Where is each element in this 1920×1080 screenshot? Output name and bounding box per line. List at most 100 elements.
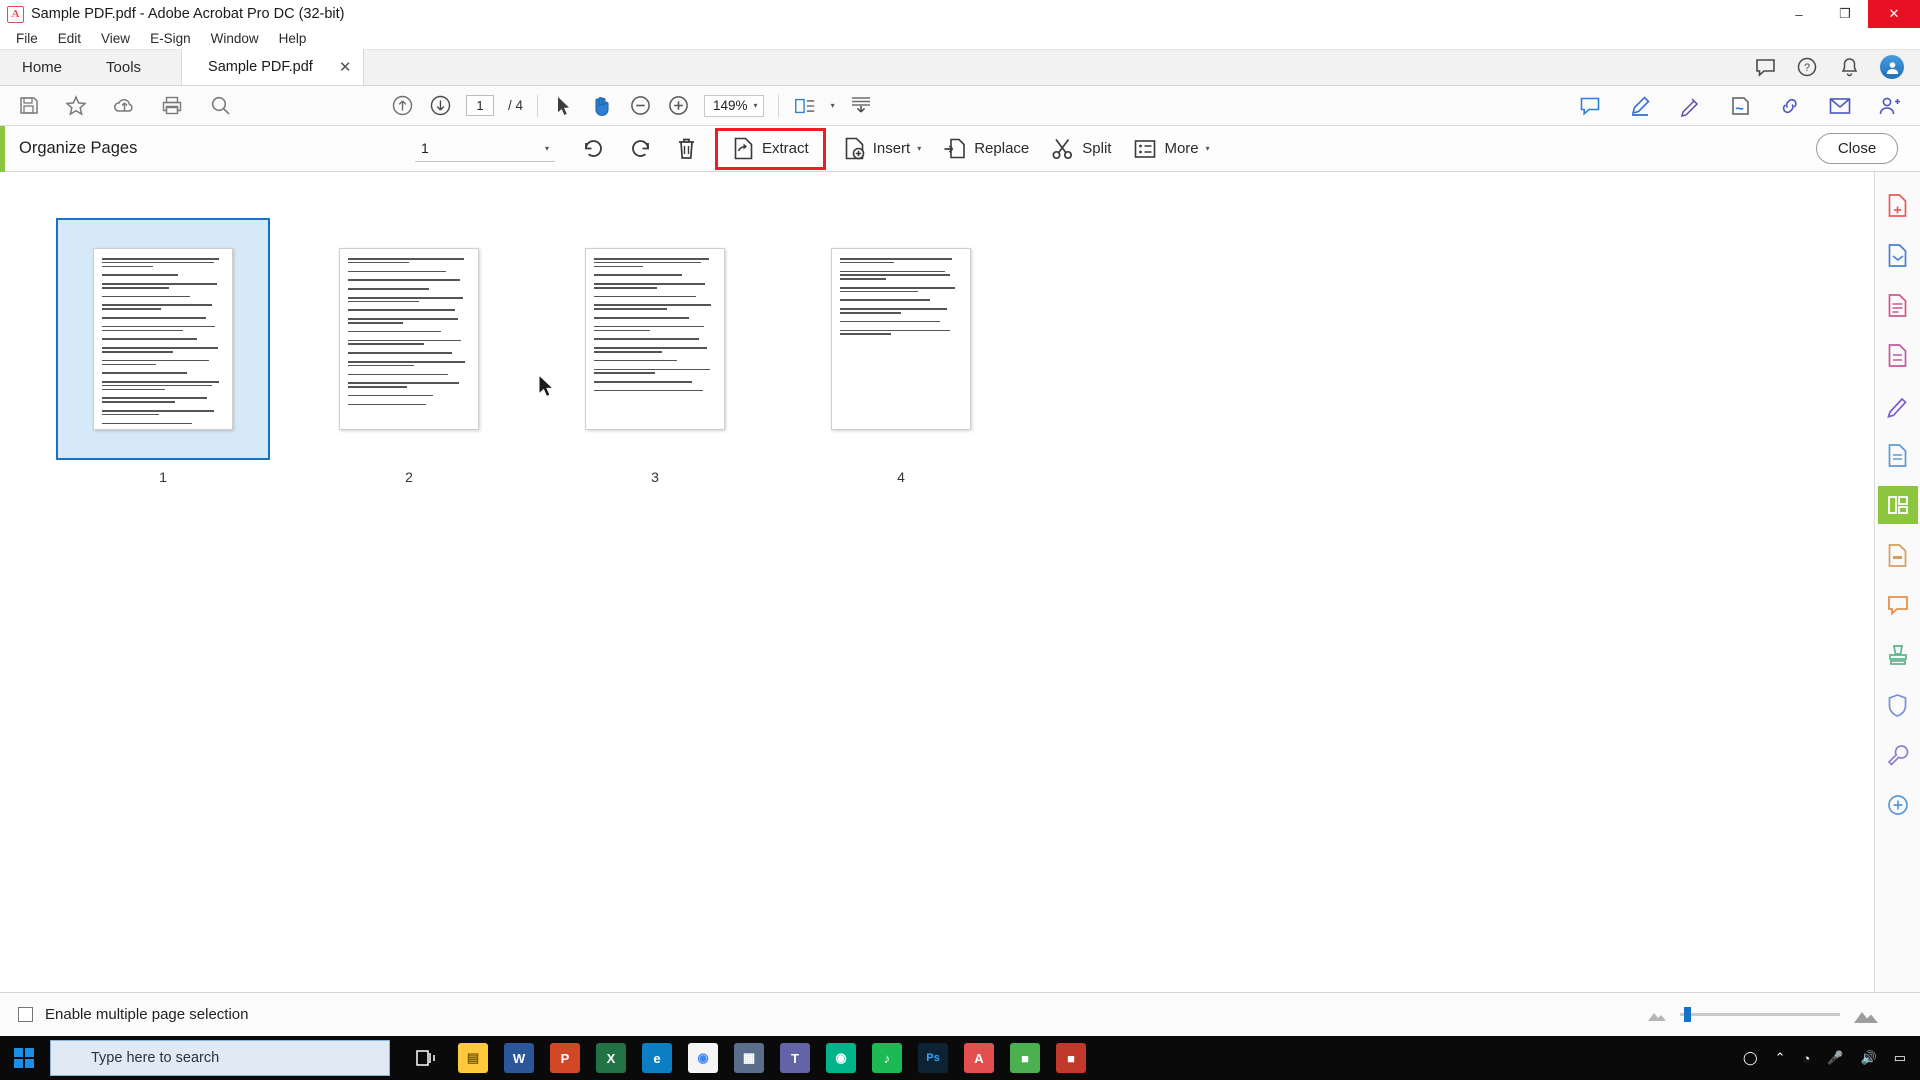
close-window-button[interactable]: ✕ <box>1868 0 1920 28</box>
windows-start-icon[interactable] <box>0 1036 48 1080</box>
taskbar-search-box[interactable]: Type here to search <box>50 1040 390 1076</box>
optimize-tools-icon[interactable] <box>1878 736 1918 774</box>
page-thumbnail-item[interactable]: 1 <box>40 218 286 485</box>
menu-item-view[interactable]: View <box>91 28 140 50</box>
split-button[interactable]: Split <box>1040 130 1122 168</box>
minimize-button[interactable]: – <box>1776 0 1822 28</box>
menu-item-window[interactable]: Window <box>201 28 269 50</box>
next-page-icon[interactable] <box>428 94 452 118</box>
scroll-mode-icon[interactable] <box>849 94 873 118</box>
menu-item-help[interactable]: Help <box>269 28 317 50</box>
cortana-icon[interactable]: ◯ <box>1743 1050 1758 1066</box>
tab-tools[interactable]: Tools <box>84 49 163 85</box>
photoshop-icon[interactable]: Ps <box>918 1043 948 1073</box>
tab-home[interactable]: Home <box>0 49 84 85</box>
close-organize-button[interactable]: Close <box>1816 133 1898 164</box>
insert-button[interactable]: Insert ▾ <box>832 130 933 168</box>
tab-close-icon[interactable]: ✕ <box>339 58 352 76</box>
page-number-input[interactable]: 1 <box>466 95 494 116</box>
account-avatar[interactable] <box>1880 55 1904 79</box>
upload-cloud-icon[interactable] <box>112 94 136 118</box>
combine-files-icon[interactable] <box>1878 236 1918 274</box>
enable-multiple-page-selection-checkbox[interactable] <box>18 1007 33 1022</box>
notification-bell-icon[interactable] <box>1838 56 1860 78</box>
replace-button[interactable]: Replace <box>932 130 1040 168</box>
page-thumbnail-item[interactable]: 3 <box>532 218 778 485</box>
chrome-icon[interactable]: ◉ <box>688 1043 718 1073</box>
add-person-icon[interactable] <box>1878 94 1902 118</box>
email-icon[interactable] <box>1828 94 1852 118</box>
sign-icon[interactable] <box>1878 386 1918 424</box>
share-link-icon[interactable] <box>1778 94 1802 118</box>
spotify-icon[interactable]: ♪ <box>872 1043 902 1073</box>
rotate-clockwise-button[interactable] <box>617 130 664 168</box>
print-icon[interactable] <box>160 94 184 118</box>
page-thumbnail-selected[interactable] <box>56 218 270 460</box>
page-preview <box>585 248 725 430</box>
export-pdf-icon[interactable] <box>1878 286 1918 324</box>
zoom-out-icon[interactable] <box>628 94 652 118</box>
comment-rail-icon[interactable] <box>1878 586 1918 624</box>
menu-item-esign[interactable]: E-Sign <box>140 28 201 50</box>
delete-pages-button[interactable] <box>664 130 709 168</box>
stamp-icon[interactable] <box>1878 636 1918 674</box>
zoom-level-select[interactable]: 149% ▾ <box>704 94 764 117</box>
page-total-label: / 4 <box>508 98 524 113</box>
menu-item-file[interactable]: File <box>6 28 48 50</box>
comment-balloon-icon[interactable] <box>1754 56 1776 78</box>
file-explorer-icon[interactable]: ▤ <box>458 1043 488 1073</box>
powerpoint-icon[interactable]: P <box>550 1043 580 1073</box>
edge-icon[interactable]: e <box>642 1043 672 1073</box>
rotate-counterclockwise-button[interactable] <box>570 130 617 168</box>
save-icon[interactable] <box>16 94 40 118</box>
page-thumbnail-item[interactable]: 4 <box>778 218 1024 485</box>
edit-pdf-icon[interactable] <box>1878 336 1918 374</box>
acrobat-taskbar-icon[interactable]: A <box>964 1043 994 1073</box>
wifi-icon[interactable]: ◔ <box>1802 1051 1810 1066</box>
fit-page-icon[interactable] <box>793 94 817 118</box>
star-bookmark-icon[interactable] <box>64 94 88 118</box>
thumbnail-size-slider[interactable] <box>1680 1007 1840 1022</box>
maximize-button[interactable]: ❐ <box>1822 0 1868 28</box>
fill-sign-icon[interactable] <box>1728 94 1752 118</box>
tab-document[interactable]: Sample PDF.pdf ✕ <box>181 49 365 85</box>
comment-icon[interactable] <box>1578 94 1602 118</box>
page-range-select[interactable]: 1 ▾ <box>415 136 555 162</box>
hand-tool-icon[interactable] <box>590 94 614 118</box>
more-tools-icon[interactable] <box>1878 786 1918 824</box>
page-thumbnail[interactable] <box>794 218 1008 460</box>
organize-pages-icon[interactable] <box>1877 486 1918 524</box>
volume-icon[interactable]: 🔊 <box>1861 1050 1877 1066</box>
create-pdf-icon[interactable] <box>1878 186 1918 224</box>
zoom-in-icon[interactable] <box>666 94 690 118</box>
show-hidden-icons[interactable]: ⌃ <box>1775 1050 1786 1066</box>
draw-markup-icon[interactable] <box>1678 94 1702 118</box>
page-thumbnail[interactable] <box>548 218 762 460</box>
redact-icon[interactable] <box>1878 536 1918 574</box>
slider-knob[interactable] <box>1684 1007 1691 1022</box>
calculator-icon[interactable]: ▦ <box>734 1043 764 1073</box>
microphone-icon[interactable]: 🎤 <box>1827 1050 1843 1066</box>
action-center-icon[interactable]: ▭ <box>1894 1050 1906 1066</box>
app-icon[interactable]: ■ <box>1056 1043 1086 1073</box>
messenger-icon[interactable]: ◉ <box>826 1043 856 1073</box>
page-thumbnail[interactable] <box>302 218 516 460</box>
page-thumbnail-item[interactable]: 2 <box>286 218 532 485</box>
previous-page-icon[interactable] <box>390 94 414 118</box>
extract-button[interactable]: Extract <box>715 127 826 170</box>
help-circle-icon[interactable]: ? <box>1796 56 1818 78</box>
page-thumbnail-canvas[interactable]: 1 2 3 4 <box>0 172 1874 992</box>
search-icon[interactable] <box>208 94 232 118</box>
protect-shield-icon[interactable] <box>1878 686 1918 724</box>
sublime-icon[interactable]: ■ <box>1010 1043 1040 1073</box>
word-icon[interactable]: W <box>504 1043 534 1073</box>
teams-icon[interactable]: T <box>780 1043 810 1073</box>
fit-page-chevron-icon[interactable]: ▾ <box>831 101 835 110</box>
protect-icon[interactable] <box>1878 436 1918 474</box>
task-view-icon[interactable] <box>412 1043 442 1073</box>
excel-icon[interactable]: X <box>596 1043 626 1073</box>
highlight-pen-icon[interactable] <box>1628 94 1652 118</box>
select-tool-icon[interactable] <box>552 94 576 118</box>
menu-item-edit[interactable]: Edit <box>48 28 91 50</box>
more-button[interactable]: More ▾ <box>1122 130 1220 168</box>
